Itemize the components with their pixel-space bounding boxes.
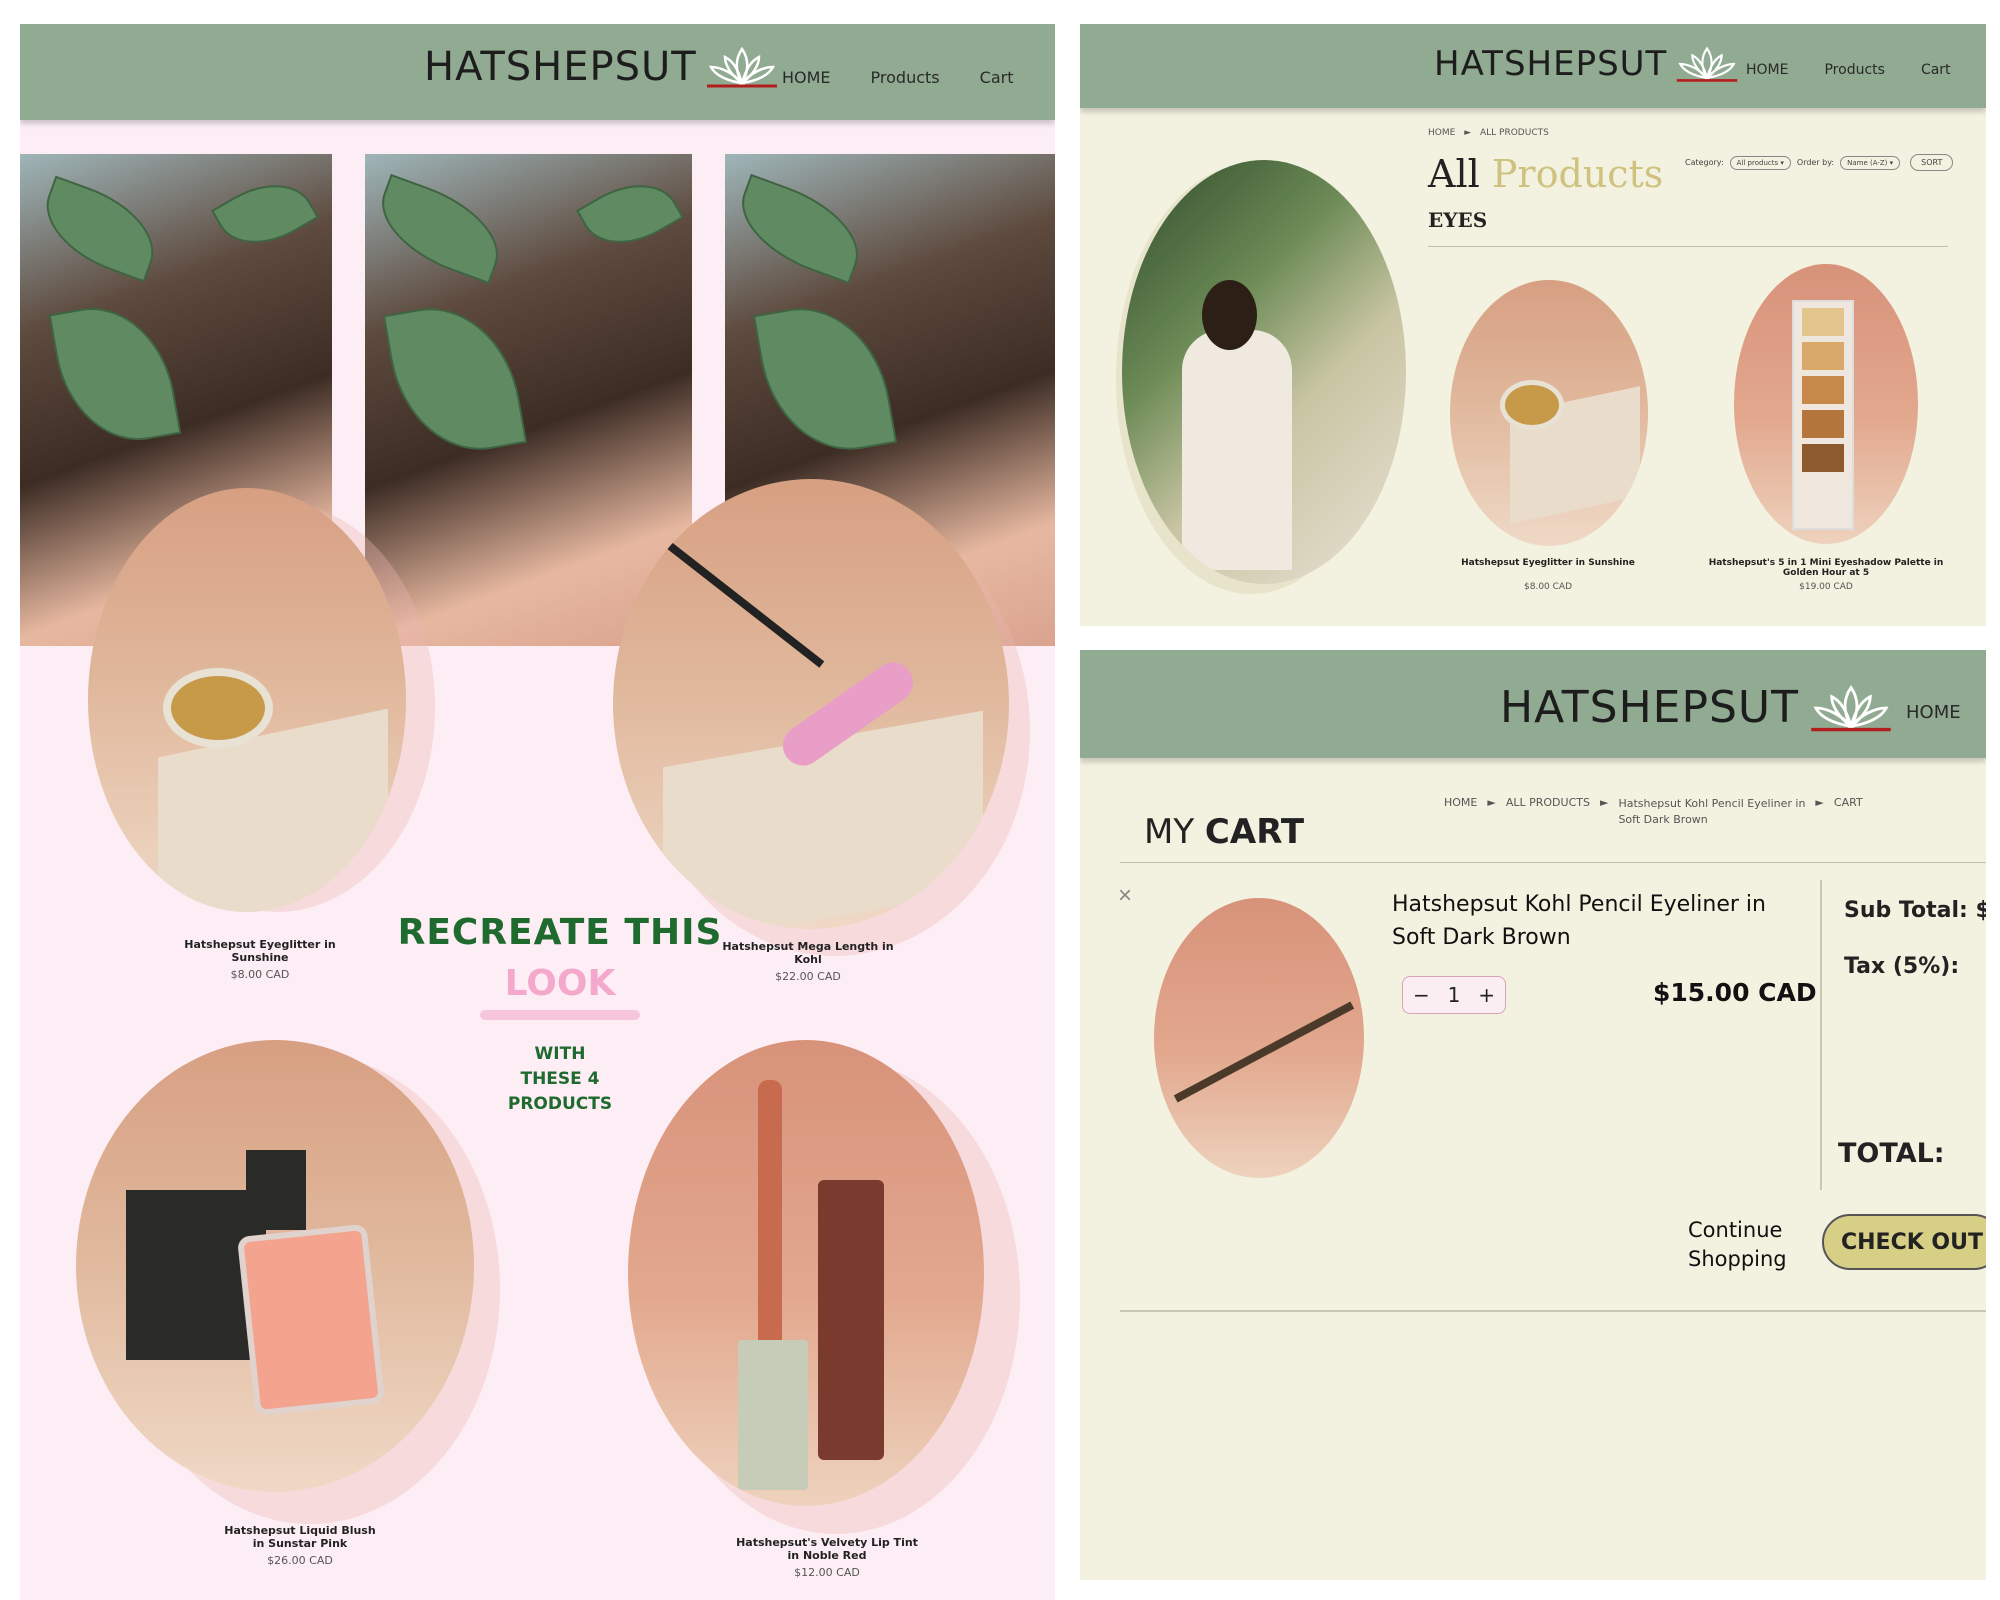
continue-shopping-link[interactable]: Continue Shopping xyxy=(1688,1216,1787,1274)
checkout-button[interactable]: CHECK OUT xyxy=(1822,1214,1986,1270)
breadcrumb-home[interactable]: HOME xyxy=(1444,796,1477,828)
cart-divider-top xyxy=(1120,862,1986,863)
breadcrumb-arrow-icon: ► xyxy=(1815,796,1824,809)
catalog-nav: HOME Products Cart xyxy=(1746,62,1951,78)
nav-cart[interactable]: Cart xyxy=(1921,62,1951,78)
nav-home[interactable]: HOME xyxy=(1906,702,1961,723)
section-divider xyxy=(1428,246,1948,247)
landing-panel: HATSHEPSUT HOME Products Cart Hatshepsut… xyxy=(20,24,1055,1600)
lotus-logo-icon xyxy=(706,46,777,88)
quantity-stepper[interactable]: − 1 + xyxy=(1402,976,1506,1014)
nav-home[interactable]: HOME xyxy=(782,68,831,87)
brand-logo[interactable]: HATSHEPSUT xyxy=(1500,682,1893,733)
product-image-mascara[interactable] xyxy=(613,479,1009,929)
summary-divider xyxy=(1820,880,1822,1190)
landing-header: HATSHEPSUT HOME Products Cart xyxy=(20,24,1055,120)
product-image-liptint[interactable] xyxy=(628,1040,984,1506)
breadcrumb-all-products[interactable]: ALL PRODUCTS xyxy=(1480,128,1549,138)
quantity-value: 1 xyxy=(1447,983,1461,1007)
sort-button[interactable]: SORT xyxy=(1910,154,1954,171)
breadcrumb-all-products[interactable]: ALL PRODUCTS xyxy=(1506,796,1590,828)
brush-stroke xyxy=(480,1010,640,1020)
breadcrumb-cart[interactable]: CART xyxy=(1834,796,1863,828)
caption-eyeglitter: Hatshepsut Eyeglitter in Sunshine $8.00 … xyxy=(184,938,336,981)
section-heading: EYES xyxy=(1428,208,1488,232)
order-label: Order by: xyxy=(1796,158,1835,167)
nav-products[interactable]: Products xyxy=(1824,62,1884,78)
close-icon[interactable]: × xyxy=(1118,882,1132,910)
minus-icon[interactable]: − xyxy=(1413,983,1430,1007)
breadcrumb-home[interactable]: HOME xyxy=(1428,128,1455,138)
caption-liptint: Hatshepsut's Velvety Lip Tint in Noble R… xyxy=(736,1536,918,1579)
nav-cart[interactable]: Cart xyxy=(980,68,1014,87)
product-image-eyeglitter[interactable] xyxy=(88,488,406,912)
breadcrumb-product[interactable]: Hatshepsut Kohl Pencil Eyeliner in Soft … xyxy=(1618,796,1805,828)
total-label: TOTAL: xyxy=(1838,1138,1945,1169)
filter-bar: Category: All products ▾ Order by: Name … xyxy=(1685,154,1954,171)
lotus-logo-icon xyxy=(1677,46,1738,82)
cart-panel: HATSHEPSUT HOME HOME ► ALL PRODUCTS ► Ha… xyxy=(1080,650,1986,1580)
nav-home[interactable]: HOME xyxy=(1746,62,1788,78)
cart-item-name: Hatshepsut Kohl Pencil Eyeliner in Soft … xyxy=(1392,892,1766,950)
caption-palette: Hatshepsut's 5 in 1 Mini Eyeshadow Palet… xyxy=(1708,558,1944,592)
chevron-down-icon: ▾ xyxy=(1889,158,1894,167)
brand-name: HATSHEPSUT xyxy=(1500,682,1800,733)
brand-name: HATSHEPSUT xyxy=(424,44,697,90)
cart-item-price: $15.00 CAD xyxy=(1653,978,1817,1007)
category-select[interactable]: All products ▾ xyxy=(1729,155,1791,170)
cart-divider-bottom xyxy=(1120,1310,1986,1312)
breadcrumb-arrow-icon: ► xyxy=(1599,796,1609,809)
product-image-blush[interactable] xyxy=(76,1040,474,1492)
page-title: All Products xyxy=(1428,152,1664,196)
lotus-logo-icon xyxy=(1811,684,1891,731)
category-label: Category: xyxy=(1685,158,1724,167)
cart-nav: HOME xyxy=(1906,702,1961,723)
caption-blush: Hatshepsut Liquid Blush in Sunstar Pink … xyxy=(224,1524,376,1567)
tax-label: Tax (5%): xyxy=(1844,954,1960,979)
catalog-header: HATSHEPSUT HOME Products Cart xyxy=(1080,24,1986,108)
breadcrumb: HOME ► ALL PRODUCTS ► Hatshepsut Kohl Pe… xyxy=(1444,796,1863,828)
brand-logo[interactable]: HATSHEPSUT xyxy=(1434,44,1739,84)
lifestyle-image-garden xyxy=(1122,160,1406,584)
plus-icon[interactable]: + xyxy=(1478,983,1495,1007)
brand-name: HATSHEPSUT xyxy=(1434,44,1668,84)
nav-products[interactable]: Products xyxy=(871,68,940,87)
breadcrumb-arrow-icon: ► xyxy=(1487,796,1496,809)
breadcrumb-arrow-icon: ► xyxy=(1464,128,1472,138)
landing-nav: HOME Products Cart xyxy=(782,68,1013,87)
subtotal-label: Sub Total: $ xyxy=(1844,898,1986,923)
headline-line1: RECREATE THIS xyxy=(397,912,723,953)
headline-line2: LOOK xyxy=(504,963,616,1004)
cart-item-image xyxy=(1154,898,1364,1178)
catalog-panel: HATSHEPSUT HOME Products Cart HOME ► ALL… xyxy=(1080,24,1986,626)
product-image-palette[interactable] xyxy=(1734,264,1918,544)
cart-title: MY CART xyxy=(1144,812,1305,852)
caption-eyeglitter: Hatshepsut Eyeglitter in Sunshine $8.00 … xyxy=(1461,558,1635,592)
cart-header: HATSHEPSUT HOME xyxy=(1080,650,1986,758)
breadcrumb: HOME ► ALL PRODUCTS xyxy=(1428,128,1549,138)
product-image-eyeglitter[interactable] xyxy=(1450,280,1648,546)
chevron-down-icon: ▾ xyxy=(1780,158,1784,167)
order-select[interactable]: Name (A-Z) ▾ xyxy=(1840,155,1901,170)
hero-portrait-center xyxy=(365,154,692,646)
brand-logo[interactable]: HATSHEPSUT xyxy=(424,44,779,90)
